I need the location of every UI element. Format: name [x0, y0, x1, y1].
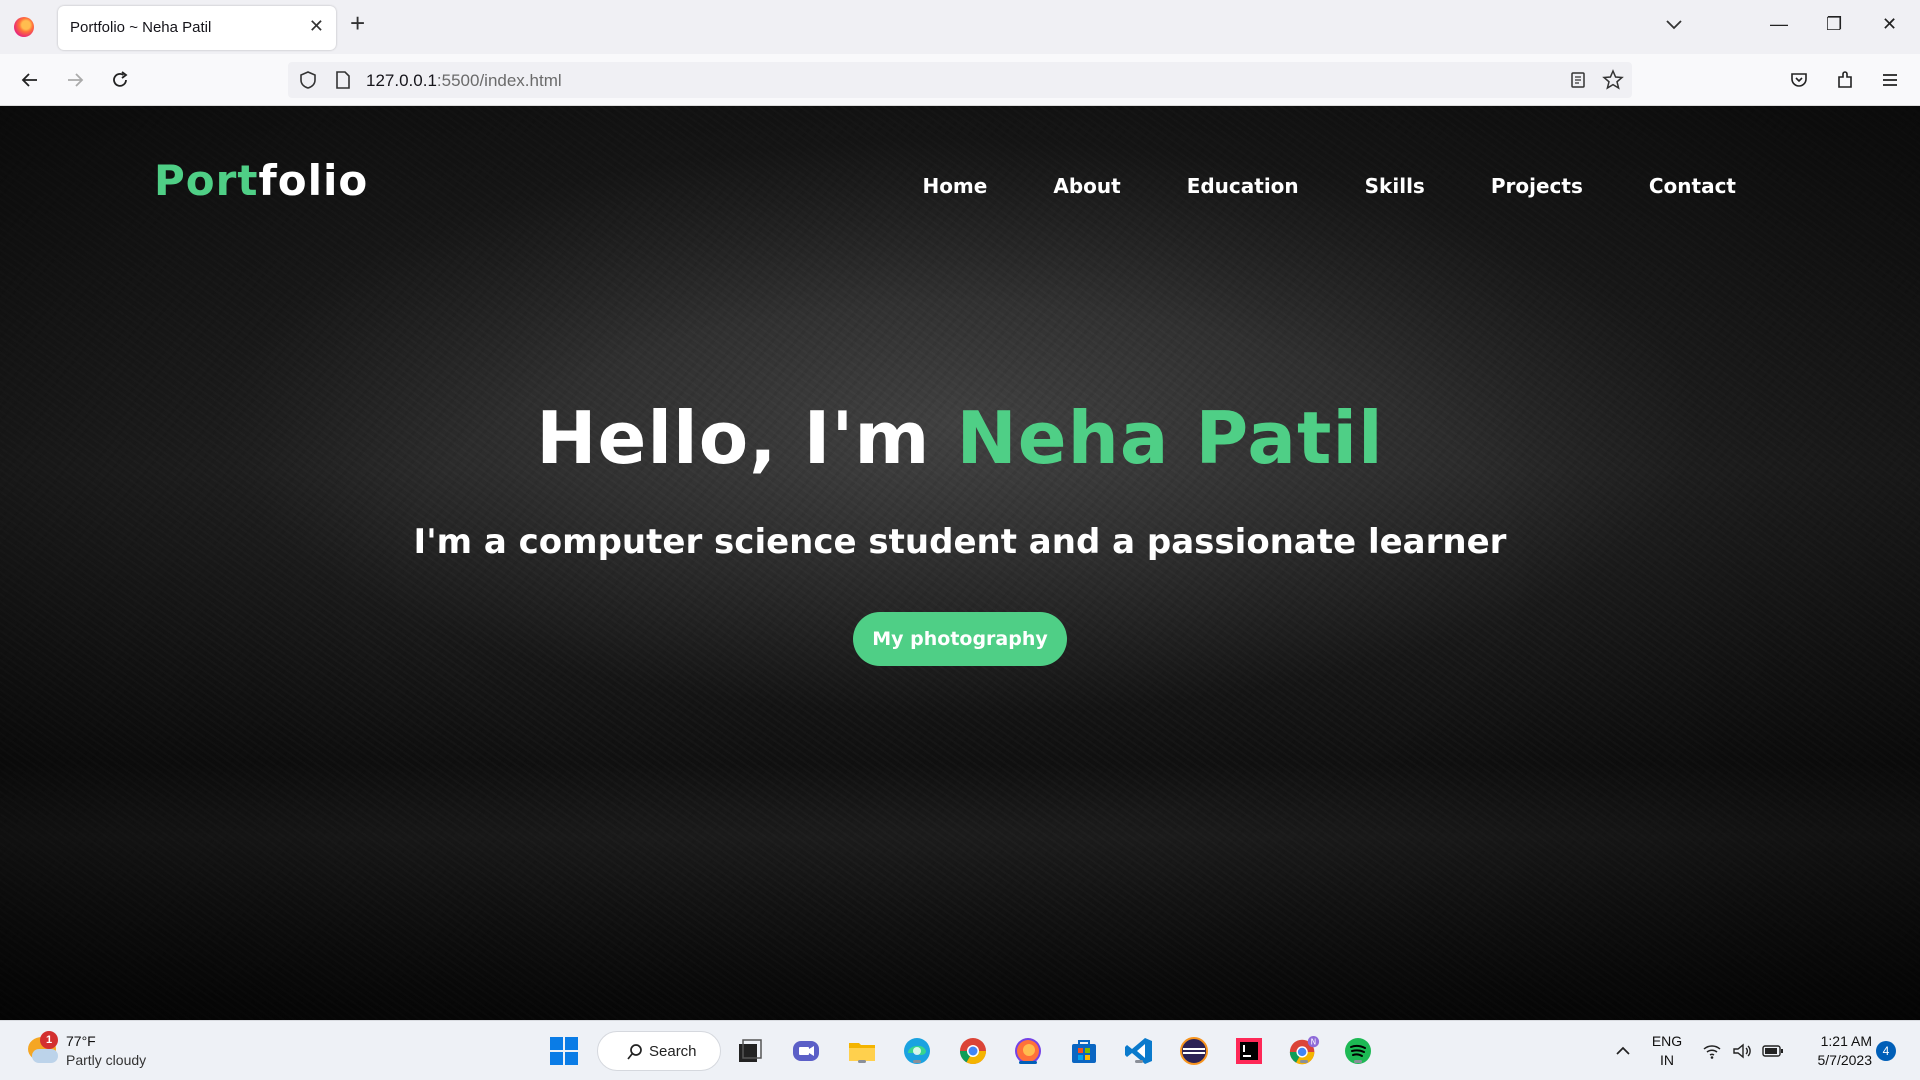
eclipse-icon[interactable] — [1178, 1035, 1210, 1067]
show-hidden-icons-chevron-icon[interactable] — [1614, 1043, 1632, 1059]
minimize-icon[interactable]: — — [1770, 14, 1788, 35]
pocket-icon[interactable] — [1785, 66, 1813, 94]
background-vignette — [0, 106, 1920, 1020]
svg-text:N: N — [1311, 1037, 1317, 1046]
chrome-profile-icon[interactable]: N — [1288, 1035, 1320, 1067]
taskbar: 1 77°F Partly cloudy Search N ENG IN 1:2… — [0, 1020, 1920, 1080]
hero-title: Hello, I'm Neha Patil — [536, 396, 1384, 480]
hero-subtitle: I'm a computer science student and a pas… — [413, 522, 1507, 562]
tab-title: Portfolio ~ Neha Patil — [70, 19, 212, 36]
reader-view-icon[interactable] — [1568, 70, 1588, 90]
browser-tab-bar: Portfolio ~ Neha Patil ✕ + — ❐ ✕ — [0, 0, 1920, 54]
nav-contact[interactable]: Contact — [1649, 174, 1736, 198]
close-tab-icon[interactable]: ✕ — [309, 16, 324, 37]
browser-nav-bar: 127.0.0.1:5500/index.html — [0, 54, 1920, 106]
intellij-icon[interactable] — [1233, 1035, 1265, 1067]
start-icon[interactable] — [548, 1035, 580, 1067]
reload-icon[interactable] — [106, 66, 134, 94]
browser-tab[interactable]: Portfolio ~ Neha Patil ✕ — [58, 6, 336, 50]
new-tab-icon[interactable]: + — [350, 10, 365, 36]
running-indicator — [1135, 1060, 1143, 1063]
portfolio-page: Portfolio Home About Education Skills Pr… — [0, 106, 1920, 1020]
shield-icon[interactable] — [298, 70, 318, 90]
taskbar-search[interactable]: Search — [597, 1031, 721, 1071]
site-nav: Home About Education Skills Projects Con… — [856, 174, 1736, 198]
weather-badge: 1 — [40, 1031, 58, 1049]
file-explorer-icon[interactable] — [846, 1035, 878, 1067]
running-indicator — [1300, 1060, 1308, 1063]
forward-icon[interactable] — [61, 66, 89, 94]
close-window-icon[interactable]: ✕ — [1882, 14, 1897, 35]
clock-time[interactable]: 1:21 AM — [1796, 1033, 1872, 1049]
back-icon[interactable] — [16, 66, 44, 94]
search-label: Search — [649, 1043, 697, 1060]
running-indicator — [858, 1060, 866, 1063]
battery-icon[interactable] — [1762, 1044, 1784, 1058]
notification-badge[interactable]: 4 — [1876, 1041, 1896, 1061]
firefox-icon — [14, 17, 34, 37]
restore-icon[interactable]: ❐ — [1826, 14, 1842, 35]
bookmark-star-icon[interactable] — [1602, 69, 1624, 91]
volume-icon[interactable] — [1732, 1042, 1752, 1060]
url-text[interactable]: 127.0.0.1:5500/index.html — [366, 71, 562, 91]
photography-button[interactable]: My photography — [853, 612, 1067, 666]
nav-education[interactable]: Education — [1187, 174, 1299, 198]
wifi-icon[interactable] — [1702, 1042, 1722, 1060]
teams-chat-icon[interactable] — [790, 1035, 822, 1067]
task-view-icon[interactable] — [734, 1035, 766, 1067]
search-icon — [627, 1044, 642, 1060]
nav-about[interactable]: About — [1053, 174, 1120, 198]
firefox-taskbar-icon[interactable] — [1012, 1035, 1044, 1067]
url-bar[interactable]: 127.0.0.1:5500/index.html — [288, 62, 1632, 98]
language-bottom[interactable]: IN — [1650, 1052, 1684, 1068]
vscode-icon[interactable] — [1123, 1035, 1155, 1067]
chrome-icon[interactable] — [957, 1035, 989, 1067]
spotify-icon[interactable] — [1342, 1035, 1374, 1067]
running-indicator — [913, 1060, 921, 1063]
weather-widget[interactable]: 1 77°F Partly cloudy — [22, 1031, 172, 1073]
site-logo[interactable]: Portfolio — [154, 156, 368, 205]
menu-icon[interactable] — [1876, 66, 1904, 94]
nav-skills[interactable]: Skills — [1365, 174, 1425, 198]
weather-description: Partly cloudy — [66, 1052, 147, 1068]
extensions-icon[interactable] — [1831, 66, 1859, 94]
nav-home[interactable]: Home — [922, 174, 987, 198]
weather-temperature: 77°F — [66, 1033, 96, 1049]
tab-list-chevron-icon[interactable] — [1664, 14, 1684, 34]
edge-icon[interactable] — [901, 1035, 933, 1067]
active-indicator — [1019, 1061, 1037, 1064]
page-icon[interactable] — [334, 70, 352, 90]
running-indicator — [1354, 1060, 1362, 1063]
nav-projects[interactable]: Projects — [1491, 174, 1583, 198]
weather-cloud-icon — [32, 1049, 58, 1063]
clock-date[interactable]: 5/7/2023 — [1796, 1052, 1873, 1068]
language-top[interactable]: ENG — [1650, 1033, 1684, 1049]
microsoft-store-icon[interactable] — [1068, 1035, 1100, 1067]
